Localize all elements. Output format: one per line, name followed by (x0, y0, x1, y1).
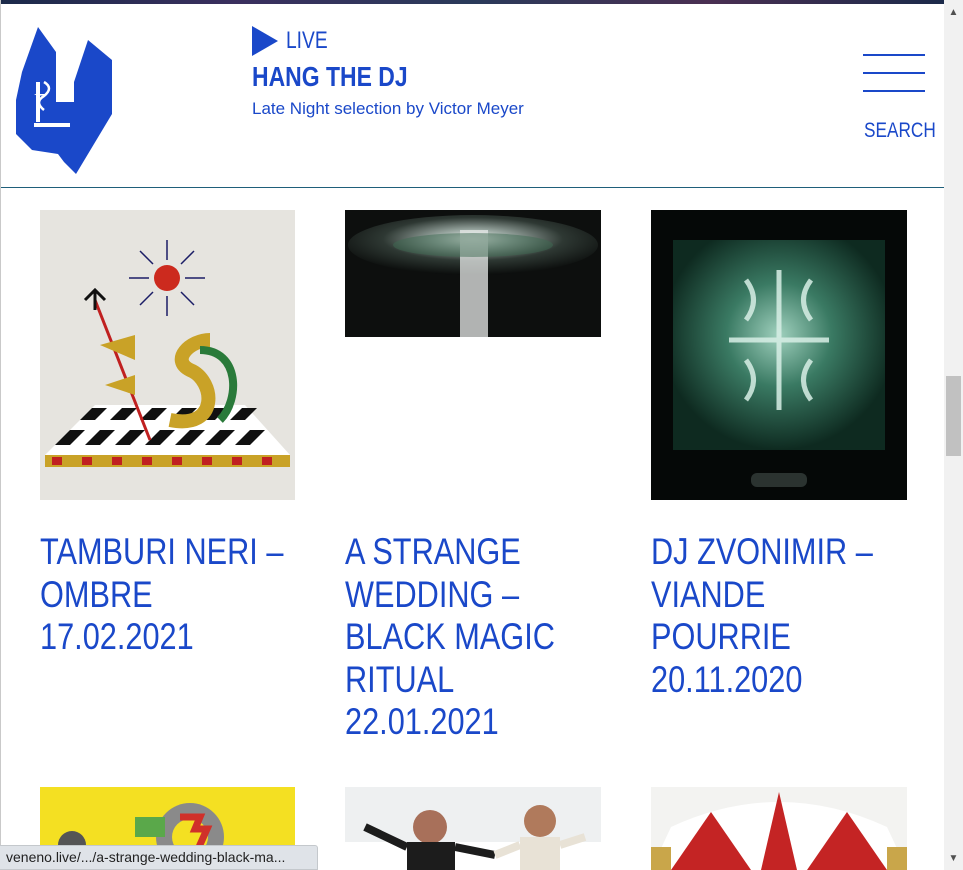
site-logo[interactable] (14, 22, 116, 174)
release-card[interactable]: DJ ZVONIMIR – VIANDE POURRIE 20.11.2020 (651, 210, 907, 701)
release-title[interactable]: TAMBURI NERI – OMBRE 17.02.2021 (40, 531, 297, 659)
release-title[interactable]: A STRANGE WEDDING – BLACK MAGIC RITUAL 2… (345, 531, 602, 744)
scroll-thumb[interactable] (946, 376, 961, 456)
show-subtitle: Late Night selection by Victor Meyer (252, 99, 524, 118)
release-date: 20.11.2020 (651, 658, 803, 700)
title-line: WEDDING – (345, 573, 520, 615)
release-date: 22.01.2021 (345, 701, 499, 742)
title-line: TAMBURI NERI – (40, 531, 284, 572)
live-label: LIVE (286, 27, 328, 54)
play-icon[interactable] (252, 26, 278, 56)
title-line: BLACK MAGIC (345, 616, 555, 657)
release-cover-row2-2[interactable] (345, 787, 601, 870)
status-bar-url: veneno.live/.../a-strange-wedding-black-… (0, 845, 318, 870)
title-line: A STRANGE (345, 531, 521, 572)
title-line: DJ ZVONIMIR – (651, 531, 873, 572)
release-cover-row2-3[interactable] (651, 787, 907, 870)
release-cover-tamburi-neri[interactable] (40, 210, 295, 500)
release-cover-a-strange-wedding[interactable] (345, 210, 601, 337)
title-line: VIANDE POURRIE (651, 573, 791, 658)
site-header: LIVE HANG THE DJ Late Night selection by… (1, 4, 944, 188)
release-card[interactable]: A STRANGE WEDDING – BLACK MAGIC RITUAL 2… (345, 210, 601, 744)
title-line: RITUAL (345, 658, 455, 700)
release-cover-dj-zvonimir[interactable] (651, 210, 907, 500)
menu-line (863, 54, 925, 56)
title-line: OMBRE (40, 573, 153, 615)
menu-button[interactable] (863, 54, 925, 94)
page: LIVE HANG THE DJ Late Night selection by… (0, 0, 944, 870)
release-card[interactable]: TAMBURI NERI – OMBRE 17.02.2021 (40, 210, 296, 659)
menu-line (863, 90, 925, 92)
scroll-up-arrow-icon[interactable]: ▲ (944, 6, 963, 20)
show-title[interactable]: HANG THE DJ (252, 61, 408, 93)
search-link[interactable]: SEARCH (864, 119, 936, 143)
live-row: LIVE (252, 24, 338, 58)
release-title[interactable]: DJ ZVONIMIR – VIANDE POURRIE 20.11.2020 (651, 531, 908, 701)
release-date: 17.02.2021 (40, 616, 194, 657)
menu-line (863, 72, 925, 74)
vertical-scrollbar[interactable]: ▲ ▼ (944, 0, 963, 870)
scroll-down-arrow-icon[interactable]: ▼ (944, 852, 963, 866)
